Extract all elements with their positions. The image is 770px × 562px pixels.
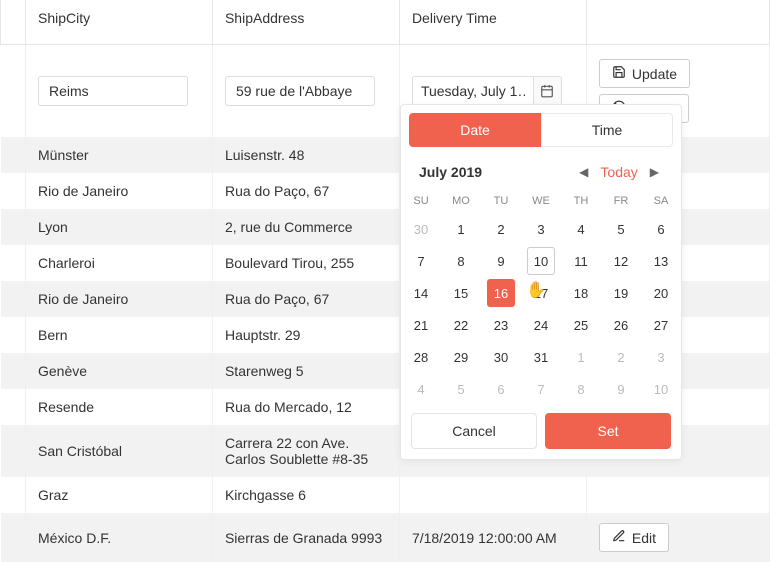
dow-header: TH (561, 189, 601, 213)
calendar-day[interactable]: 5 (607, 215, 635, 243)
dow-header: MO (441, 189, 481, 213)
calendar-day[interactable]: 30 (407, 215, 435, 243)
cell-address: Carrera 22 con Ave. Carlos Soublette #8-… (212, 425, 399, 477)
prev-month-icon[interactable]: ◀ (575, 163, 592, 181)
calendar-day[interactable]: 19 (607, 279, 635, 307)
dow-header: WE (521, 189, 561, 213)
pencil-icon (612, 529, 626, 546)
tab-time[interactable]: Time (541, 113, 673, 147)
calendar-day[interactable]: 9 (607, 375, 635, 403)
dow-header: FR (601, 189, 641, 213)
cell-address: Kirchgasse 6 (212, 477, 399, 513)
table-row: GrazKirchgasse 6 (1, 477, 770, 513)
calendar-day[interactable]: 17 (527, 279, 555, 307)
date-picker-popup: Date Time July 2019 ◀ Today ▶ SUMOTUWETH… (400, 104, 682, 460)
calendar-day[interactable]: 30 (487, 343, 515, 371)
cell-address: Rua do Mercado, 12 (212, 389, 399, 425)
cell-city: Münster (26, 137, 213, 173)
calendar-day[interactable]: 24 (527, 311, 555, 339)
col-header-address[interactable]: ShipAddress (212, 0, 399, 45)
tab-date[interactable]: Date (409, 113, 541, 147)
calendar-day[interactable]: 23 (487, 311, 515, 339)
cell-address: Sierras de Granada 9993 (212, 513, 399, 562)
today-link[interactable]: Today (600, 164, 637, 180)
calendar-day[interactable]: 1 (567, 343, 595, 371)
calendar-day[interactable]: 13 (647, 247, 675, 275)
calendar-day[interactable]: 3 (527, 215, 555, 243)
calendar-day[interactable]: 25 (567, 311, 595, 339)
calendar-day[interactable]: 27 (647, 311, 675, 339)
calendar-grid: SUMOTUWETHFRSA 3012345678910111213141516… (401, 189, 681, 405)
calendar-day[interactable]: 9 (487, 247, 515, 275)
cell-city: Lyon (26, 209, 213, 245)
table-row: México D.F.Sierras de Granada 99937/18/2… (1, 513, 770, 562)
calendar-day[interactable]: 18 (567, 279, 595, 307)
cell-city: Rio de Janeiro (26, 173, 213, 209)
calendar-day[interactable]: 16 (487, 279, 515, 307)
cell-address: Rua do Paço, 67 (212, 173, 399, 209)
cell-address: Starenweg 5 (212, 353, 399, 389)
calendar-day[interactable]: 12 (607, 247, 635, 275)
cell-city: Genève (26, 353, 213, 389)
delivery-time-input[interactable] (413, 77, 533, 105)
dow-header: SU (401, 189, 441, 213)
save-icon (612, 65, 626, 82)
shipcity-input[interactable] (38, 76, 188, 106)
calendar-day[interactable]: 4 (567, 215, 595, 243)
cell-city: Graz (26, 477, 213, 513)
calendar-day[interactable]: 10 (527, 247, 555, 275)
cell-city: Rio de Janeiro (26, 281, 213, 317)
calendar-day[interactable]: 28 (407, 343, 435, 371)
calendar-day[interactable]: 10 (647, 375, 675, 403)
next-month-icon[interactable]: ▶ (646, 163, 663, 181)
col-header-delivery[interactable]: Delivery Time (399, 0, 586, 45)
calendar-day[interactable]: 15 (447, 279, 475, 307)
calendar-day[interactable]: 8 (567, 375, 595, 403)
calendar-day[interactable]: 21 (407, 311, 435, 339)
calendar-day[interactable]: 20 (647, 279, 675, 307)
dow-header: TU (481, 189, 521, 213)
month-year-label[interactable]: July 2019 (419, 164, 567, 180)
datepicker-set-button[interactable]: Set (545, 413, 671, 449)
edit-button[interactable]: Edit (599, 523, 669, 552)
cell-address: Rua do Paço, 67 (212, 281, 399, 317)
calendar-day[interactable]: 29 (447, 343, 475, 371)
cell-address: 2, rue du Commerce (212, 209, 399, 245)
col-header-city[interactable]: ShipCity (26, 0, 213, 45)
calendar-day[interactable]: 7 (527, 375, 555, 403)
calendar-day[interactable]: 6 (647, 215, 675, 243)
calendar-day[interactable]: 6 (487, 375, 515, 403)
calendar-day[interactable]: 3 (647, 343, 675, 371)
dow-header: SA (641, 189, 681, 213)
header-row: ShipCity ShipAddress Delivery Time (1, 0, 770, 45)
calendar-day[interactable]: 8 (447, 247, 475, 275)
calendar-day[interactable]: 2 (487, 215, 515, 243)
cell-city: Bern (26, 317, 213, 353)
calendar-day[interactable]: 1 (447, 215, 475, 243)
cell-address: Boulevard Tirou, 255 (212, 245, 399, 281)
cell-address: Luisenstr. 48 (212, 137, 399, 173)
cell-city: México D.F. (26, 513, 213, 562)
calendar-day[interactable]: 26 (607, 311, 635, 339)
cell-city: Charleroi (26, 245, 213, 281)
datepicker-cancel-button[interactable]: Cancel (411, 413, 537, 449)
calendar-icon[interactable] (533, 77, 561, 105)
cell-address: Hauptstr. 29 (212, 317, 399, 353)
update-button[interactable]: Update (599, 59, 690, 88)
cell-delivery (399, 477, 586, 513)
calendar-day[interactable]: 2 (607, 343, 635, 371)
calendar-day[interactable]: 11 (567, 247, 595, 275)
cell-city: San Cristóbal (26, 425, 213, 477)
calendar-day[interactable]: 7 (407, 247, 435, 275)
calendar-day[interactable]: 22 (447, 311, 475, 339)
cell-delivery: 7/18/2019 12:00:00 AM (399, 513, 586, 562)
shipaddress-input[interactable] (225, 76, 375, 106)
cell-city: Resende (26, 389, 213, 425)
calendar-day[interactable]: 31 (527, 343, 555, 371)
calendar-day[interactable]: 4 (407, 375, 435, 403)
calendar-day[interactable]: 14 (407, 279, 435, 307)
calendar-day[interactable]: 5 (447, 375, 475, 403)
